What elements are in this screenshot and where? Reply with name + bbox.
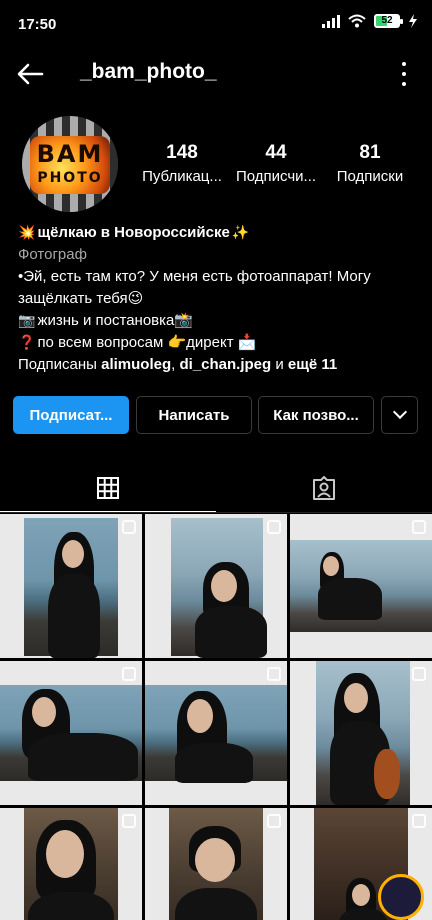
suggested-accounts-button[interactable] (381, 396, 418, 434)
bio-category: Фотограф (18, 246, 87, 263)
stat-followers-count: 44 (265, 142, 287, 163)
stat-following[interactable]: 81 Подписки (322, 142, 418, 185)
followed-by-prefix: Подписаны (18, 356, 102, 373)
post-thumbnail[interactable] (0, 661, 142, 805)
profile-bio: 💥 щёлкаю в Новороссийске ✨ Фотограф •Эй,… (18, 222, 418, 376)
multi-photo-icon (122, 520, 136, 534)
question-emoji-icon: ❓ (18, 335, 36, 351)
followed-by-user-1[interactable]: alimuoleg (101, 356, 171, 373)
bio-line-3-text: жизнь и постановка📸 (37, 312, 194, 329)
stat-followers[interactable]: 44 Подписчи... (228, 142, 324, 185)
signal-icon (322, 14, 340, 28)
profile-header: _bam_photo_ (0, 52, 432, 96)
back-arrow-icon[interactable] (14, 58, 46, 90)
stat-posts-label: Публикац... (142, 168, 222, 185)
status-time: 17:50 (18, 16, 57, 33)
followed-by[interactable]: Подписаны alimuoleg, di_chan.jpeg и ещё … (18, 354, 418, 376)
multi-photo-icon (412, 667, 426, 681)
followed-by-user-2[interactable]: di_chan.jpeg (179, 356, 271, 373)
stat-following-count: 81 (359, 142, 381, 163)
tagged-icon (313, 476, 335, 500)
post-thumbnail[interactable] (290, 514, 432, 658)
bio-name: 💥 щёлкаю в Новороссийске ✨ (18, 222, 418, 244)
multi-photo-icon (412, 520, 426, 534)
wifi-icon (348, 14, 366, 28)
battery-icon: 52 (374, 14, 403, 28)
tab-posts-grid[interactable] (0, 464, 216, 512)
bio-line-4-text: по всем вопросам 👉директ 📩 (37, 334, 257, 351)
sparkles-emoji-icon: ✨ (231, 225, 250, 241)
multi-photo-icon (267, 667, 281, 681)
post-thumbnail[interactable] (290, 661, 432, 805)
post-thumbnail[interactable] (145, 514, 287, 658)
tab-divider (0, 512, 432, 513)
stat-followers-label: Подписчи... (235, 168, 317, 185)
followed-by-more[interactable]: ещё 11 (288, 356, 337, 373)
message-button[interactable]: Написать (136, 396, 252, 434)
battery-level: 52 (381, 15, 393, 26)
grid-icon (97, 476, 119, 499)
bio-name-text: щёлкаю в Новороссийске (37, 224, 230, 241)
stat-posts-count: 148 (166, 142, 198, 163)
profile-username: _bam_photo_ (80, 60, 217, 83)
multi-photo-icon (267, 814, 281, 828)
chevron-down-icon (392, 404, 407, 420)
post-thumbnail[interactable] (145, 808, 287, 920)
avatar-logo-subtext: PHOTO (37, 170, 103, 186)
post-thumbnail[interactable] (145, 661, 287, 805)
posts-grid (0, 514, 432, 920)
multi-photo-icon (412, 814, 426, 828)
multi-photo-icon (122, 667, 136, 681)
post-thumbnail[interactable] (0, 808, 142, 920)
avatar-logo-text: BAM (36, 140, 104, 168)
post-thumbnail[interactable] (0, 514, 142, 658)
more-options-icon[interactable] (400, 62, 408, 86)
avatar[interactable]: BAM PHOTO (22, 116, 118, 212)
bio-line-1: •Эй, есть там кто? У меня есть фотоаппар… (18, 268, 371, 285)
bio-line-4: ❓ по всем вопросам 👉директ 📩 (18, 332, 418, 354)
followed-by-and: и (271, 356, 288, 373)
multi-photo-icon (267, 520, 281, 534)
explosion-emoji-icon: 💥 (18, 225, 36, 241)
camera-emoji-icon: 📷 (18, 313, 36, 329)
status-bar: 17:50 52 (0, 0, 432, 52)
stat-posts[interactable]: 148 Публикац... (134, 142, 230, 185)
bio-line-2: защёлкать тебя😉 (18, 290, 144, 307)
multi-photo-icon (122, 814, 136, 828)
contact-button[interactable]: Как позво... (258, 396, 374, 434)
stat-following-label: Подписки (336, 168, 404, 185)
charging-icon (409, 14, 417, 28)
tab-tagged[interactable] (216, 464, 432, 512)
bio-line-3: 📷 жизнь и постановка📸 (18, 310, 418, 332)
status-icons: 52 (322, 14, 418, 28)
floating-assistant-icon[interactable] (378, 874, 424, 920)
follow-button[interactable]: Подписат... (13, 396, 129, 434)
